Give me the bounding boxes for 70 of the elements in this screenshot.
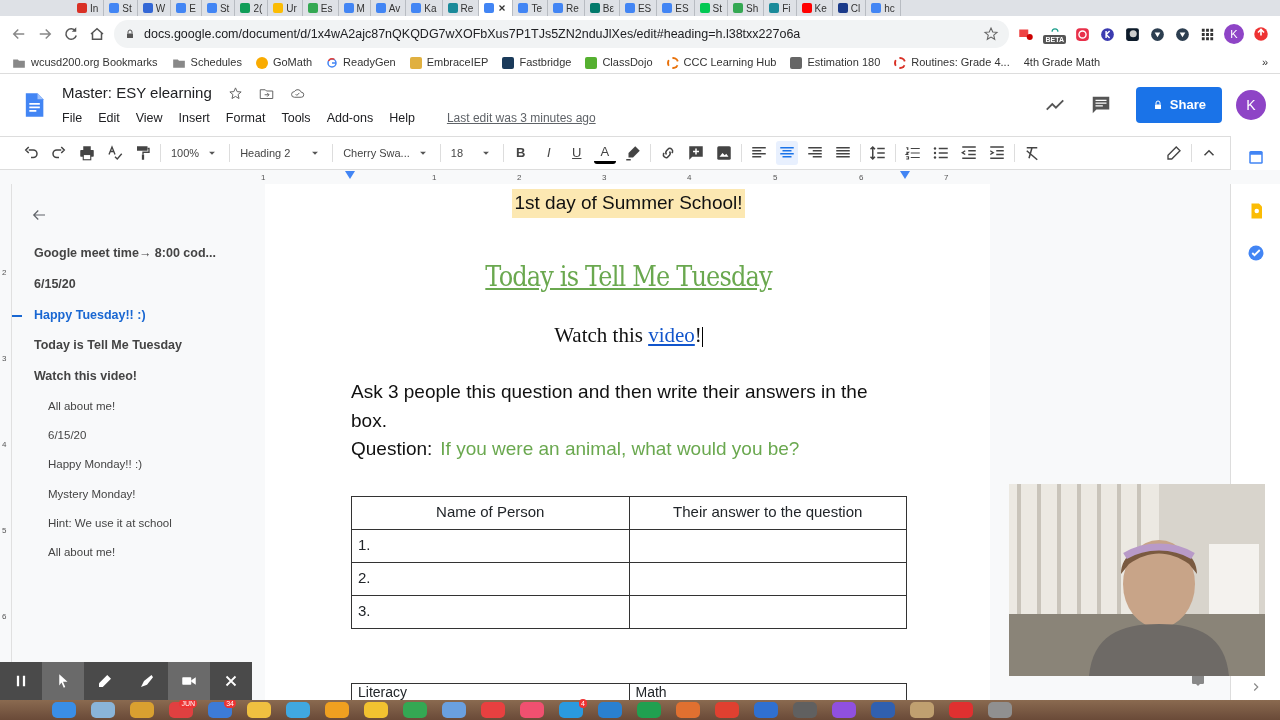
outline-item[interactable]: All about me! bbox=[12, 538, 265, 568]
banner-heading: 1st day of Summer School! bbox=[512, 189, 745, 218]
sentence: Watch this video! bbox=[554, 321, 703, 349]
column-header: Their answer to the question bbox=[629, 496, 907, 529]
table-cell: 3. bbox=[351, 595, 629, 628]
question-label: Question: bbox=[351, 437, 433, 461]
ruler-number: 7 bbox=[944, 172, 949, 184]
ruler-number: 2 bbox=[517, 172, 522, 184]
bookmark[interactable]: wcusd200.org Bookmarks bbox=[12, 54, 158, 71]
outline-item[interactable]: Happy Tuesday!! :) bbox=[12, 299, 265, 331]
outline-item[interactable]: Google meet time→ 8:00 cod... bbox=[12, 238, 265, 269]
italic-button[interactable]: I bbox=[537, 141, 560, 165]
bookmark[interactable]: 4th Grade Math bbox=[1023, 54, 1101, 71]
outline-item[interactable]: Happy Monday!! :) bbox=[12, 450, 265, 480]
menu-item[interactable]: View bbox=[135, 108, 163, 128]
menu-item[interactable]: Add-ons bbox=[326, 108, 374, 128]
more-bookmarks[interactable]: » bbox=[1261, 54, 1268, 71]
address-bar[interactable]: docs.google.com/document/d/1x4wA2ajc87nQKQDG7wXOFbXus7P1TJs5ZN2nduJlXes/edit#heading=h.l38txx227o6a bbox=[114, 20, 1010, 48]
heading: Today is Tell Me Tuesday bbox=[485, 258, 772, 295]
ruler-number: 5 bbox=[2, 525, 7, 537]
menu-item[interactable]: Edit bbox=[98, 108, 120, 128]
underline-button[interactable]: U bbox=[565, 141, 588, 165]
share-button[interactable]: Share bbox=[1135, 87, 1222, 123]
outline-item[interactable]: Hint: We use it at school bbox=[12, 508, 265, 538]
video-link[interactable]: video bbox=[648, 322, 695, 347]
ruler-number: 3 bbox=[602, 172, 607, 184]
zoom-dropdown[interactable]: 100% bbox=[167, 142, 224, 164]
profile-avatar[interactable]: K bbox=[1224, 24, 1244, 44]
menu-item[interactable]: File bbox=[62, 108, 83, 128]
ruler-number: 6 bbox=[2, 611, 7, 623]
bookmark[interactable]: Fastbridge bbox=[502, 54, 572, 71]
ruler-number: 4 bbox=[687, 172, 692, 184]
ruler-number: 6 bbox=[859, 172, 864, 184]
ruler-number: 1 bbox=[432, 172, 437, 184]
bookmark[interactable]: EmbraceIEP bbox=[409, 54, 489, 71]
ruler-number: 4 bbox=[2, 439, 7, 451]
bookmark[interactable]: ReadyGen bbox=[326, 54, 396, 71]
table-cell: 2. bbox=[351, 562, 629, 595]
bookmark[interactable]: GoMath bbox=[255, 54, 313, 71]
bookmark[interactable]: Estimation 180 bbox=[790, 54, 881, 71]
instructions: Ask 3 people this question and then write their answers in the box. bbox=[351, 380, 869, 433]
bold-button[interactable]: B bbox=[509, 141, 532, 165]
outline-item[interactable]: All about me! bbox=[12, 391, 265, 421]
user-avatar[interactable]: K bbox=[1236, 90, 1266, 120]
bookmark[interactable]: Schedules bbox=[171, 54, 242, 71]
menu-item[interactable]: Tools bbox=[281, 108, 311, 128]
text-color-button[interactable]: A bbox=[593, 142, 616, 164]
menu-item[interactable]: Help bbox=[389, 108, 415, 128]
menu-item[interactable]: Insert bbox=[178, 108, 210, 128]
question-text: If you were an animal, what would you be? bbox=[440, 437, 800, 461]
document-title[interactable]: Master: ESY elearning bbox=[62, 82, 212, 105]
ruler-number: 1 bbox=[261, 172, 266, 184]
bookmark[interactable]: CCC Learning Hub bbox=[666, 54, 777, 71]
column-header: Name of Person bbox=[351, 496, 629, 529]
outline-item[interactable]: 6/15/20 bbox=[12, 421, 265, 451]
font-size-dropdown[interactable]: 18 bbox=[446, 142, 497, 164]
ruler-number: 3 bbox=[2, 353, 7, 365]
bookmark[interactable]: Routines: Grade 4... bbox=[894, 54, 1010, 71]
menu-item[interactable]: Format bbox=[225, 108, 266, 128]
outline-item[interactable]: Mystery Monday! bbox=[12, 479, 265, 509]
bookmark[interactable]: ClassDojo bbox=[585, 54, 653, 71]
outline-item[interactable]: 6/15/20 bbox=[12, 268, 265, 300]
last-edit-link[interactable]: Last edit was 3 minutes ago bbox=[446, 109, 596, 128]
style-dropdown[interactable]: Heading 2 bbox=[236, 142, 327, 164]
outline-item[interactable]: Today is Tell Me Tuesday bbox=[12, 330, 265, 361]
font-dropdown[interactable]: Cherry Swa... bbox=[339, 142, 434, 164]
ruler-number: 5 bbox=[773, 172, 778, 184]
outline-item[interactable]: Watch this video! bbox=[12, 361, 265, 392]
ruler-number: 2 bbox=[2, 267, 7, 279]
table-cell: 1. bbox=[351, 529, 629, 562]
